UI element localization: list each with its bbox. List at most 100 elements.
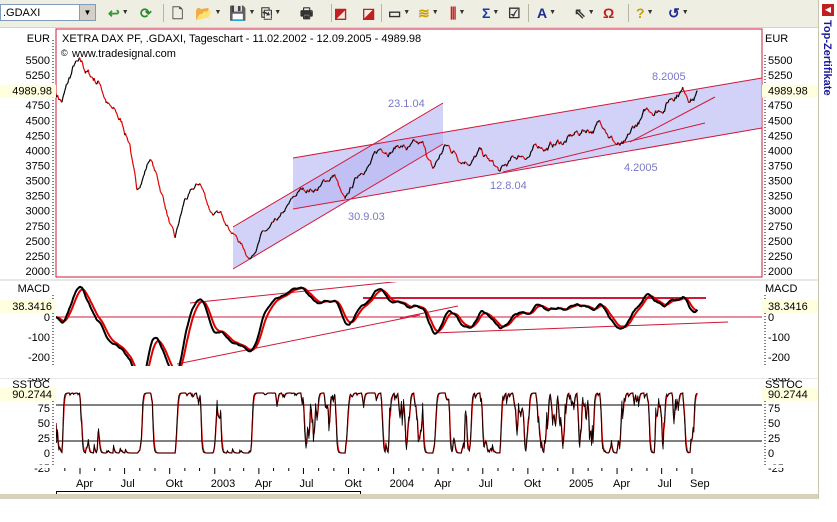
price-segment [357, 177, 358, 178]
help-button[interactable]: ?▼ [636, 4, 654, 22]
price-segment [257, 246, 258, 249]
price-segment [67, 83, 68, 84]
y-tick-left: 3750 [26, 160, 50, 172]
price-segment [697, 91, 698, 92]
toolbar-separator [163, 4, 164, 22]
price-segment [626, 138, 627, 139]
x-label: Jul [299, 478, 313, 490]
chevron-down-icon[interactable]: ▼ [79, 5, 95, 20]
refresh-green-arrow-button[interactable]: ↩▼ [108, 4, 129, 22]
price-segment [163, 198, 164, 203]
chevron-down-icon[interactable]: ▼ [214, 4, 221, 22]
price-segment [268, 228, 269, 229]
price-segment [296, 194, 297, 196]
chevron-down-icon[interactable]: ▼ [274, 4, 281, 22]
price-segment [161, 193, 162, 194]
symbol-combobox[interactable]: .GDAXI ▼ [0, 4, 96, 21]
price-segment [254, 253, 255, 254]
chevron-down-icon[interactable]: ▼ [549, 4, 556, 22]
price-segment [414, 139, 415, 141]
price-segment [126, 133, 127, 136]
toolbar-separator [381, 4, 382, 22]
price-segment [141, 181, 142, 184]
price-segment [101, 86, 102, 89]
price-segment [84, 69, 85, 71]
price-segment [601, 125, 602, 127]
chart-back-button[interactable]: ◩ [334, 4, 347, 22]
price-segment [160, 192, 161, 193]
price-segment [171, 226, 172, 227]
price-segment [322, 181, 323, 183]
chart-area[interactable]: 23.1.0430.9.0312.8.044.20058.2005XETRA D… [0, 28, 818, 522]
macd-tick-left: -100 [28, 332, 50, 344]
price-segment [129, 142, 130, 143]
chevron-down-icon[interactable]: ▼ [248, 4, 255, 22]
chevron-down-icon[interactable]: ▼ [458, 4, 465, 22]
sigma-icon: Σ [482, 4, 490, 22]
print-button[interactable]: 🖶 [300, 4, 313, 22]
top-zertifikate-tab[interactable]: Top-Zertifikate [821, 20, 833, 96]
undo-button[interactable]: ↺▼ [668, 4, 689, 22]
window-icon: ▭ [388, 4, 401, 22]
price-segment [114, 107, 115, 109]
price-segment [457, 157, 458, 159]
chevron-down-icon[interactable]: ▼ [403, 4, 410, 22]
price-segment [115, 109, 116, 112]
x-label: 2004 [390, 478, 414, 490]
open-folder-button[interactable]: 📂▼ [195, 4, 221, 22]
price-segment [458, 159, 459, 162]
reload-button[interactable]: ⟳ [140, 4, 152, 22]
chevron-down-icon[interactable]: ▼ [122, 4, 129, 22]
price-segment [686, 95, 687, 97]
price-segment [74, 65, 75, 67]
cursor-button[interactable]: ⇖▼ [574, 4, 595, 22]
price-segment [670, 99, 671, 100]
x-label: Jul [479, 478, 493, 490]
collapse-left-icon[interactable]: ◀ [822, 4, 834, 16]
price-segment [157, 178, 158, 182]
candles-button[interactable]: ⫼▼ [450, 4, 465, 22]
x-label: Apr [255, 478, 272, 490]
price-segment [147, 164, 148, 165]
price-segment [336, 179, 337, 181]
price-segment [367, 167, 368, 168]
indicator-3m-button[interactable]: ≋▼ [418, 4, 439, 22]
copy-button[interactable]: ⎘▼ [261, 4, 281, 22]
save-button[interactable]: 💾▼ [229, 4, 255, 22]
sstoc-tick-left: 75 [38, 403, 50, 415]
price-segment [246, 256, 247, 257]
window-button[interactable]: ▭▼ [388, 4, 410, 22]
price-segment [548, 148, 549, 150]
price-segment [442, 151, 443, 153]
price-segment [345, 196, 346, 199]
price-segment [469, 165, 470, 166]
chevron-down-icon[interactable]: ▼ [647, 4, 654, 22]
price-segment [154, 167, 155, 171]
price-segment [63, 94, 64, 96]
text-button[interactable]: A▼ [537, 4, 556, 22]
price-segment [290, 201, 291, 202]
price-segment [151, 160, 152, 162]
price-segment [662, 112, 663, 114]
chevron-down-icon[interactable]: ▼ [492, 4, 499, 22]
properties-button[interactable]: ☑ [508, 4, 521, 22]
chevron-down-icon[interactable]: ▼ [432, 4, 439, 22]
price-segment [266, 230, 267, 231]
price-segment [136, 184, 137, 190]
print-icon: 🖶 [300, 4, 313, 22]
chart-forward-button[interactable]: ◪ [362, 4, 375, 22]
price-segment [409, 145, 410, 147]
price-segment [473, 157, 474, 159]
chevron-down-icon[interactable]: ▼ [682, 4, 689, 22]
candles-icon: ⫼ [450, 4, 456, 22]
sigma-button[interactable]: Σ▼ [482, 4, 499, 22]
chevron-down-icon[interactable]: ▼ [588, 4, 595, 22]
price-segment [223, 218, 224, 220]
macd-tick-right: -200 [768, 352, 790, 364]
price-segment [105, 99, 106, 100]
new-document-button[interactable]: 🗋 [172, 4, 183, 22]
price-segment [426, 151, 427, 156]
price-segment [427, 158, 428, 159]
magnet-button[interactable]: Ω [603, 4, 614, 22]
macd-label: MACD [18, 283, 50, 295]
